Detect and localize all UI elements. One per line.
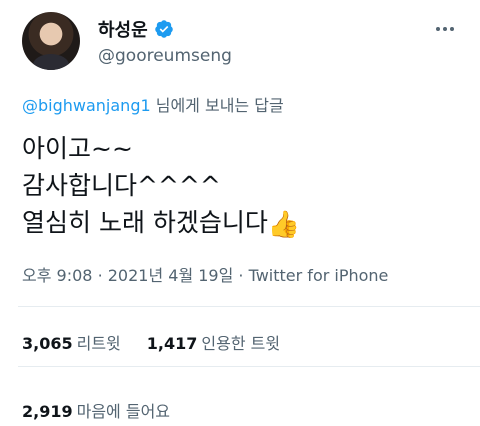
avatar[interactable] — [22, 12, 80, 70]
tweet-line: 열심히 노래 하겠습니다 — [22, 208, 268, 237]
more-options-icon[interactable] — [434, 18, 456, 40]
verified-badge-icon — [154, 20, 173, 38]
likes-label: 마음에 들어요 — [76, 402, 171, 421]
divider — [18, 306, 480, 307]
display-name[interactable]: 하성운 — [98, 16, 148, 42]
tweet-header: 하성운 @gooreumseng — [22, 12, 462, 76]
retweets-stat[interactable]: 3,065 리트윗 — [22, 330, 121, 354]
divider — [18, 366, 480, 367]
dot-icon — [443, 27, 447, 31]
tweet-line: 아이고~~ — [22, 134, 133, 163]
tweet-text: 아이고~~ 감사합니다^^^^ 열심히 노래 하겠습니다👍 — [22, 130, 300, 244]
quotes-stat[interactable]: 1,417 인용한 트윗 — [147, 330, 280, 354]
tweet-meta: 오후 9:08 · 2021년 4월 19일 · Twitter for iPh… — [22, 262, 388, 286]
quotes-label: 인용한 트윗 — [201, 334, 281, 353]
name-row: 하성운 — [98, 16, 174, 42]
quotes-count: 1,417 — [146, 334, 198, 353]
tweet-time[interactable]: 오후 9:08 — [22, 266, 92, 285]
likes-stat[interactable]: 2,919 마음에 들어요 — [22, 398, 170, 422]
user-handle[interactable]: @gooreumseng — [98, 46, 232, 66]
likes-count: 2,919 — [22, 402, 73, 421]
tweet-source[interactable]: Twitter for iPhone — [249, 266, 389, 285]
thumbs-up-icon: 👍 — [267, 210, 301, 240]
dot-icon — [436, 27, 440, 31]
tweet-line-with-emoji: 열심히 노래 하겠습니다👍 — [22, 204, 300, 244]
stats-row: 3,065 리트윗 1,417 인용한 트윗 — [22, 330, 280, 354]
tweet-date[interactable]: 2021년 4월 19일 — [108, 266, 234, 285]
reply-suffix: 님에게 보내는 답글 — [150, 96, 284, 115]
reply-context: @bighwanjang1 님에게 보내는 답글 — [22, 92, 284, 116]
meta-separator: · — [97, 266, 108, 285]
meta-separator: · — [238, 266, 249, 285]
dot-icon — [450, 27, 454, 31]
retweets-label: 리트윗 — [76, 334, 121, 353]
reply-mention-link[interactable]: @bighwanjang1 — [22, 96, 151, 115]
retweets-count: 3,065 — [22, 334, 73, 353]
tweet-line: 감사합니다^^^^ — [22, 171, 221, 200]
